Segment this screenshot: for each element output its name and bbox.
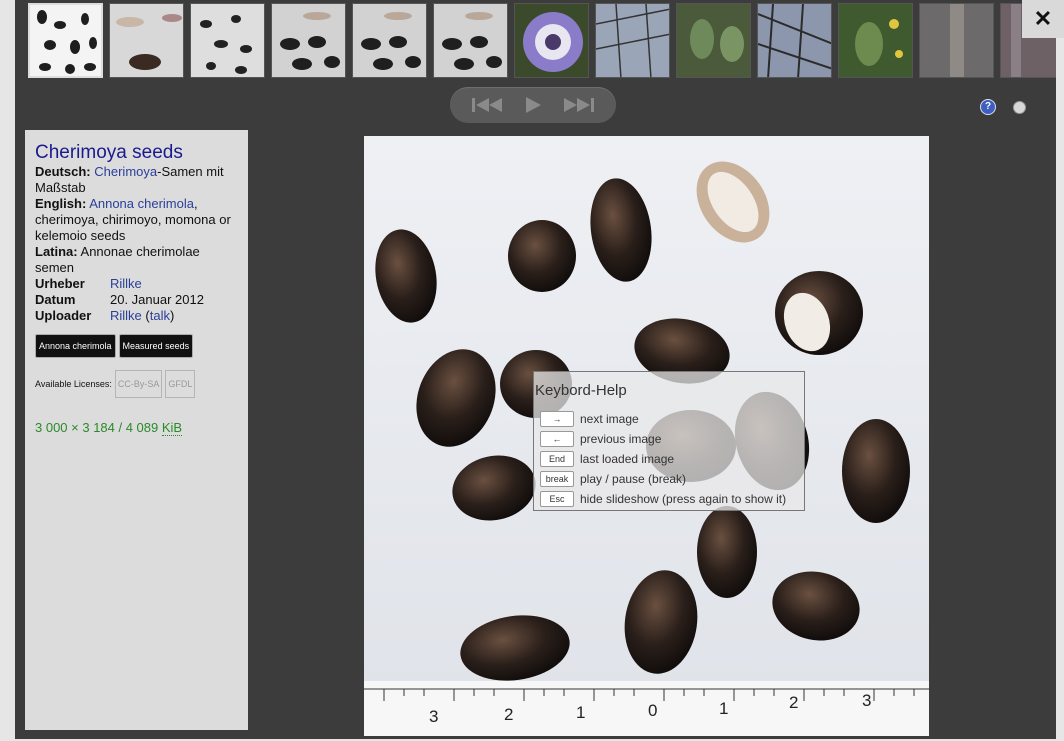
description-english: English: Annona cherimola, cherimoya, ch…	[35, 196, 231, 243]
key-cap: break	[540, 471, 574, 487]
key-cap: ←	[540, 431, 574, 447]
category-tag[interactable]: Annona cherimola	[35, 334, 116, 358]
thumbnail-6[interactable]	[433, 3, 508, 78]
ruler-label: 3	[429, 707, 438, 726]
image-size: 3 000 × 3 184 / 4 089 KiB	[35, 420, 183, 436]
shortcut-row: break play / pause (break)	[534, 469, 804, 489]
thumbnail-2[interactable]	[109, 3, 184, 78]
info-panel: Cherimoya seeds Deutsch: Cherimoya-Samen…	[25, 130, 248, 730]
page-frame-left	[0, 0, 15, 741]
key-cap: →	[540, 411, 574, 427]
skip-next-icon[interactable]	[560, 95, 596, 115]
uploader-talk-link[interactable]: talk	[150, 308, 170, 323]
thumbnail-10[interactable]	[757, 3, 832, 78]
uploader-link[interactable]: Rillke	[110, 308, 142, 323]
shortcut-row: → next image	[534, 409, 804, 429]
help-icon[interactable]: ?	[980, 99, 996, 115]
thumbnail-8[interactable]	[595, 3, 670, 78]
play-icon[interactable]	[523, 95, 543, 115]
description-deutsch: Deutsch: Cherimoya-Samen mit Maßstab	[35, 164, 224, 195]
thumbnail-3[interactable]	[190, 3, 265, 78]
thumbnail-strip	[15, 0, 1056, 82]
ruler-label: 1	[576, 703, 585, 722]
deutsch-link[interactable]: Cherimoya	[94, 164, 157, 179]
page-frame-right	[1056, 0, 1064, 741]
ruler-label: 3	[862, 691, 871, 710]
category-tag[interactable]: Measured seeds	[118, 334, 194, 358]
shortcut-row: End last loaded image	[534, 449, 804, 469]
thumbnail-9[interactable]	[676, 3, 751, 78]
thumbnail-7[interactable]	[514, 3, 589, 78]
thumbnail-5[interactable]	[352, 3, 427, 78]
size-unit[interactable]: KiB	[161, 420, 183, 436]
ruler-label: 1	[719, 699, 728, 718]
image-title: Cherimoya seeds	[35, 142, 183, 163]
thumbnail-12[interactable]	[919, 3, 994, 78]
key-cap: Esc	[540, 491, 574, 507]
licenses: Available Licenses: CC-By-SA GFDL	[35, 370, 238, 398]
uploader-row: Uploader Rillke (talk)	[35, 308, 175, 323]
slideshow-controls	[450, 87, 616, 123]
keyboard-help-title: Keybord-Help	[535, 382, 627, 399]
skip-previous-icon[interactable]	[470, 95, 506, 115]
urheber-row: Urheber Rillke	[35, 276, 142, 292]
license-badge[interactable]: CC-By-SA	[114, 370, 163, 398]
shortcut-row: ← previous image	[534, 429, 804, 449]
english-link[interactable]: Annona cherimola	[89, 196, 194, 211]
thumbnail-1[interactable]	[28, 3, 103, 78]
key-cap: End	[540, 451, 574, 467]
ruler-label: 2	[789, 693, 798, 712]
category-tags: Annona cherimola Measured seeds	[35, 334, 238, 358]
ruler-label: 0	[648, 701, 657, 720]
settings-dot-icon[interactable]	[1013, 101, 1026, 114]
license-badge[interactable]: GFDL	[165, 370, 196, 398]
datum-row: Datum 20. Januar 2012	[35, 292, 204, 307]
close-icon: ✕	[1033, 6, 1053, 31]
thumbnail-4[interactable]	[271, 3, 346, 78]
description-latina: Latina: Annonae cherimolae semen	[35, 244, 200, 275]
close-button[interactable]: ✕	[1022, 0, 1064, 38]
shortcut-row: Esc hide slideshow (press again to show i…	[534, 489, 804, 509]
urheber-link[interactable]: Rillke	[110, 276, 142, 292]
thumbnail-11[interactable]	[838, 3, 913, 78]
keyboard-help-overlay: Keybord-Help → next image ← previous image…	[533, 371, 805, 511]
ruler-label: 2	[504, 705, 513, 724]
